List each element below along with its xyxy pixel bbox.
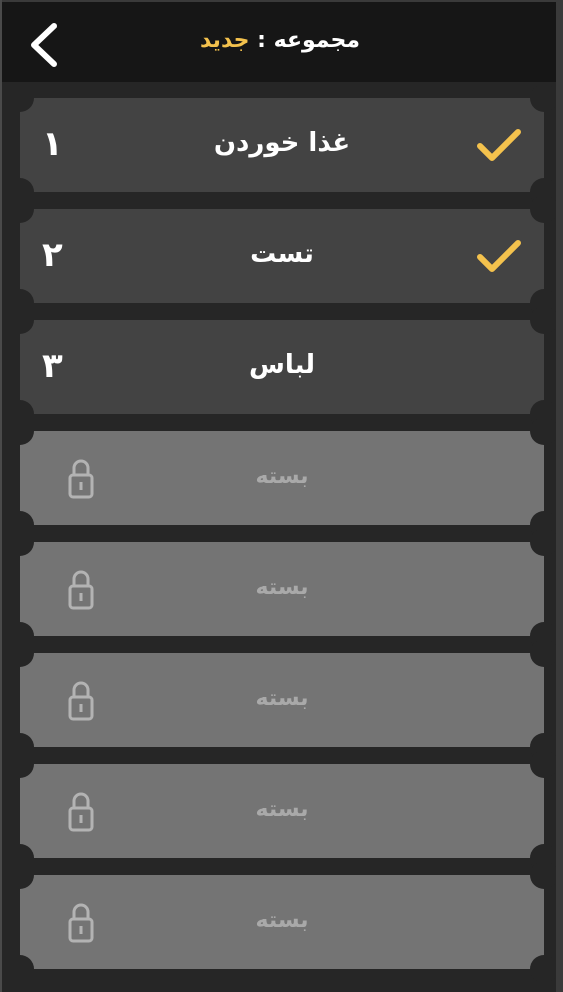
level-name: غذا خوردن xyxy=(213,128,351,158)
level-name: بسته xyxy=(255,575,309,600)
level-card-2[interactable]: ۲ تست xyxy=(6,195,556,317)
level-name: لباس xyxy=(248,350,315,380)
level-card-locked[interactable]: بسته xyxy=(6,750,556,872)
check-icon xyxy=(477,240,521,272)
level-card-locked[interactable]: بسته xyxy=(6,861,556,983)
card-notch xyxy=(6,750,34,778)
app-screen: مجموعه : جدید ۱ غذا خوردن ۲ تست ۳ لباس ب… xyxy=(0,0,556,992)
card-notch xyxy=(6,84,34,112)
card-notch xyxy=(6,306,34,334)
level-card-locked[interactable]: بسته xyxy=(6,417,556,539)
level-name: تست xyxy=(250,239,314,269)
level-card-1[interactable]: ۱ غذا خوردن xyxy=(6,84,556,206)
card-notch xyxy=(530,306,556,334)
title-value: جدید xyxy=(199,28,250,53)
card-notch xyxy=(530,861,556,889)
card-notch xyxy=(6,195,34,223)
page-title: مجموعه : جدید xyxy=(2,28,556,53)
title-separator: : xyxy=(249,28,274,53)
card-notch xyxy=(530,955,556,983)
title-label: مجموعه xyxy=(273,28,361,53)
level-name: بسته xyxy=(255,908,309,933)
level-name: بسته xyxy=(255,686,309,711)
level-card-locked[interactable]: بسته xyxy=(6,639,556,761)
card-notch xyxy=(6,639,34,667)
window-edge xyxy=(556,0,563,992)
card-notch xyxy=(6,955,34,983)
card-notch xyxy=(6,861,34,889)
card-notch xyxy=(530,417,556,445)
top-bar: مجموعه : جدید xyxy=(2,0,556,82)
level-name: بسته xyxy=(255,464,309,489)
level-name: بسته xyxy=(255,797,309,822)
check-icon xyxy=(477,129,521,161)
card-notch xyxy=(530,639,556,667)
card-notch xyxy=(6,417,34,445)
card-notch xyxy=(530,195,556,223)
level-card-3[interactable]: ۳ لباس xyxy=(6,306,556,428)
card-notch xyxy=(530,750,556,778)
card-notch xyxy=(530,84,556,112)
level-card-locked[interactable]: بسته xyxy=(6,528,556,650)
card-notch xyxy=(6,528,34,556)
card-notch xyxy=(530,528,556,556)
